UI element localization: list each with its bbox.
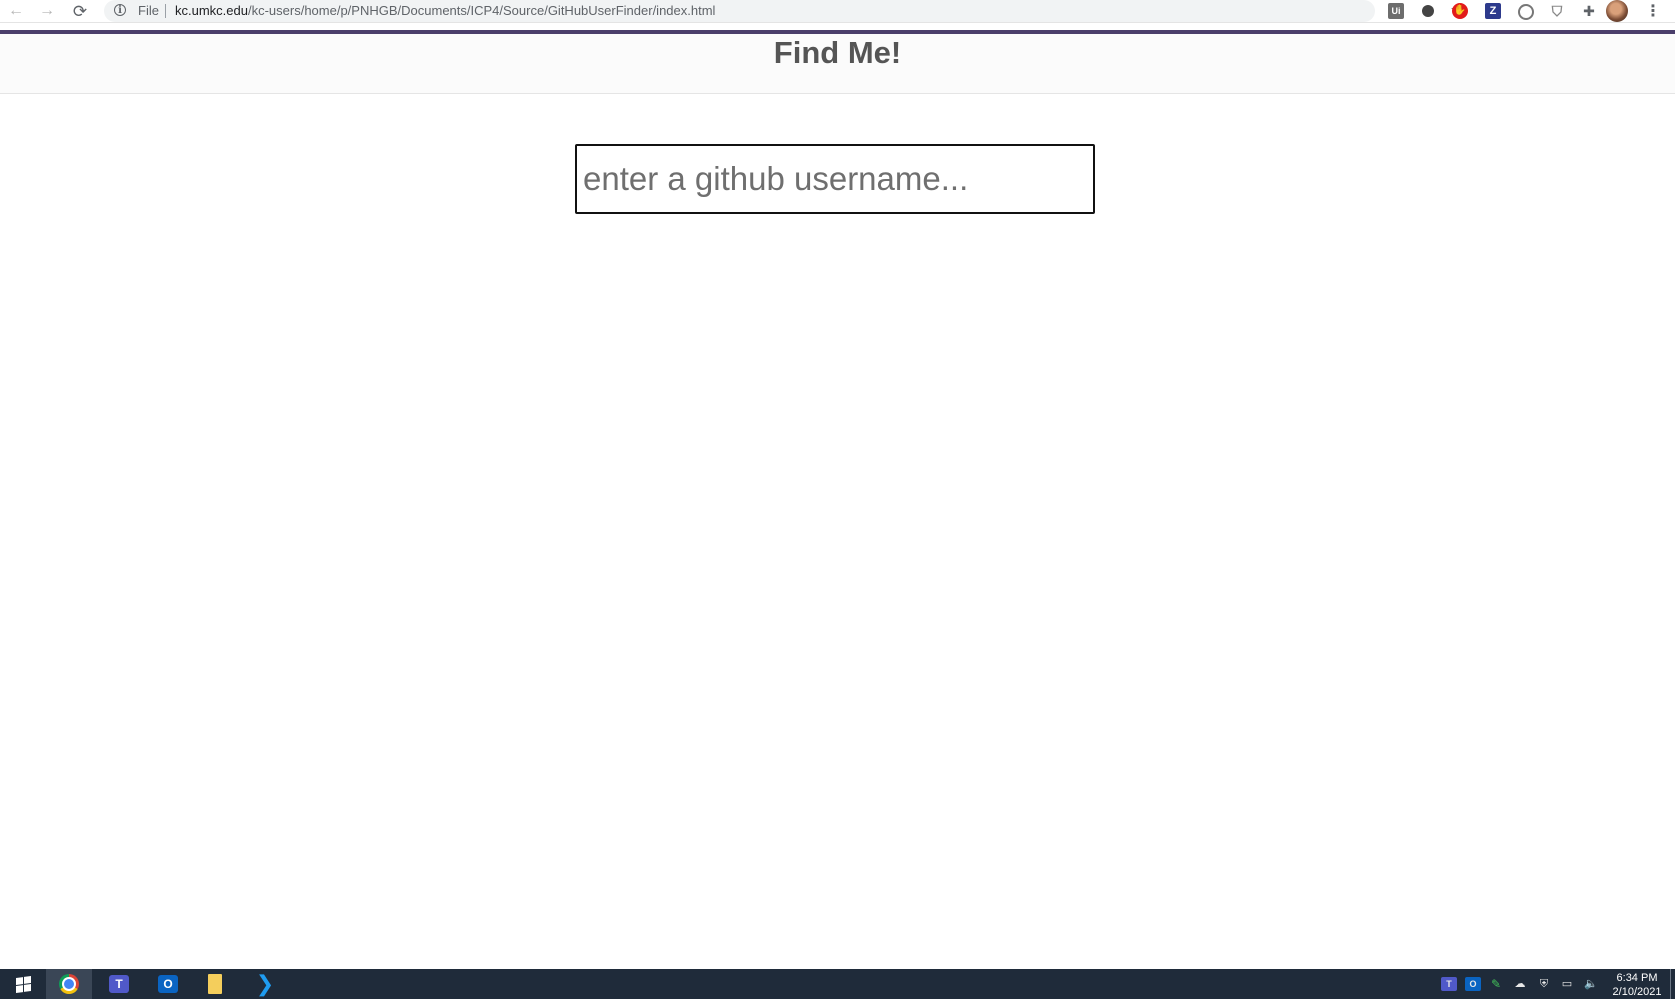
stop-extension-icon[interactable]: ✋ (1452, 3, 1468, 19)
site-info-icon[interactable]: i (114, 4, 126, 16)
reload-button[interactable]: ⟳ (68, 1, 92, 21)
url-host: kc.umkc.edu (175, 3, 248, 18)
address-bar[interactable]: i File kc.umkc.edu/kc-users/home/p/PNHGB… (104, 0, 1464, 22)
start-button[interactable] (0, 969, 46, 999)
taskbar-chrome[interactable] (46, 969, 92, 999)
tray-pen-icon[interactable]: ✎ (1488, 977, 1504, 991)
forward-button[interactable]: → (35, 1, 59, 21)
taskbar-clock[interactable]: 6:34 PM 2/10/2021 (1608, 971, 1666, 999)
taskbar-teams[interactable]: T (96, 969, 142, 999)
page-header: Find Me! (0, 34, 1675, 94)
teams-icon: T (109, 975, 129, 993)
back-button[interactable]: ← (4, 1, 28, 21)
tray-teams-icon[interactable]: T (1441, 977, 1457, 991)
tray-outlook-icon[interactable]: O (1465, 977, 1481, 991)
clock-time: 6:34 PM (1616, 972, 1658, 984)
browser-toolbar: ← → ⟳ i File kc.umkc.edu/kc-users/home/p… (0, 0, 1675, 23)
tray-cloud-icon[interactable]: ☁ (1512, 977, 1528, 991)
url-path: /kc-users/home/p/PNHGB/Documents/ICP4/So… (247, 3, 716, 18)
circle-extension-icon[interactable] (1422, 5, 1434, 17)
z-extension-icon[interactable]: Z (1485, 3, 1501, 19)
browser-menu-icon[interactable]: ⋮ (1645, 1, 1661, 21)
clock-date: 2/10/2021 (1612, 986, 1662, 998)
vscode-icon: ❯ (255, 971, 275, 996)
tray-volume-icon[interactable]: 🔈 (1583, 977, 1599, 991)
scheme-divider (165, 4, 166, 18)
ui-extension-icon[interactable]: Ui (1388, 3, 1404, 19)
chrome-icon (59, 974, 79, 994)
puzzle-extensions-icon[interactable]: ✚ (1581, 3, 1597, 19)
taskbar-outlook[interactable]: O (145, 969, 191, 999)
taskbar: T O ❯ T O ✎ ☁ ⛨ ▭ 🔈 6:34 PM 2/10/2021 (0, 969, 1675, 999)
page-title: Find Me! (773, 35, 902, 70)
github-username-input[interactable] (575, 144, 1095, 214)
scheme-label: File (138, 3, 159, 18)
tray-security-icon[interactable]: ⛨ (1536, 977, 1552, 991)
taskbar-vscode[interactable]: ❯ (242, 969, 288, 999)
tray-network-icon[interactable]: ▭ (1559, 977, 1575, 991)
profile-avatar[interactable] (1606, 0, 1628, 22)
url-text[interactable]: kc.umkc.edu/kc-users/home/p/PNHGB/Docume… (175, 3, 715, 18)
windows-icon (15, 975, 31, 993)
folder-icon (208, 974, 222, 994)
show-desktop-button[interactable] (1670, 969, 1671, 999)
ring-extension-icon[interactable] (1518, 4, 1534, 20)
taskbar-file-explorer[interactable] (192, 969, 238, 999)
outlook-icon: O (158, 975, 178, 993)
shield-extension-icon[interactable]: ⛉ (1549, 3, 1565, 19)
